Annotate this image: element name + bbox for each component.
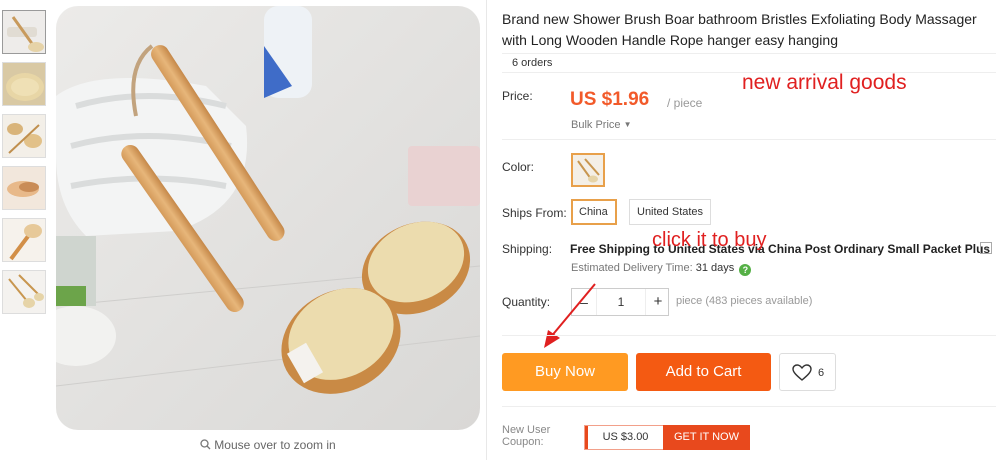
product-title: Brand new Shower Brush Boar bathroom Bri…: [502, 11, 977, 48]
shipping-label: Shipping:: [502, 242, 553, 256]
section-divider: [502, 406, 996, 407]
click-to-buy-annotation: click it to buy: [652, 229, 767, 251]
product-thumbnail[interactable]: [2, 62, 46, 106]
color-option-image: [573, 155, 603, 185]
brush-closeup-thumbnail-image: [3, 219, 45, 261]
shipping-method[interactable]: Free Shipping to United States via China…: [570, 242, 990, 256]
product-thumbnail[interactable]: [2, 218, 46, 262]
wishlist-count: 6: [818, 367, 825, 379]
ships-from-option-china[interactable]: China: [571, 199, 617, 225]
estimated-delivery-label: Estimated Delivery Time:: [571, 262, 693, 274]
color-swatch-selected[interactable]: [571, 153, 605, 187]
price-label: Price:: [502, 89, 533, 103]
brush-pair-thumbnail-image: [3, 271, 45, 313]
brush-thumbnail-image: [3, 11, 45, 53]
section-divider: [502, 335, 996, 336]
get-coupon-button[interactable]: GET IT NOW: [663, 425, 750, 450]
coupon-amount: US $3.00: [585, 426, 663, 449]
estimated-delivery: Estimated Delivery Time: 31 days ?: [571, 262, 752, 276]
wishlist-button[interactable]: 6: [779, 353, 836, 391]
column-divider: [486, 0, 487, 460]
thumbnail-strip: [2, 10, 48, 322]
order-count: 6 orders: [502, 53, 996, 73]
product-thumbnail[interactable]: [2, 10, 46, 54]
help-icon[interactable]: ?: [739, 264, 752, 276]
price-value: US $1.96: [570, 89, 650, 110]
heart-icon: [792, 364, 812, 381]
quantity-input[interactable]: 1: [596, 289, 646, 315]
magnifier-icon: [200, 439, 211, 453]
estimated-delivery-value: 31 days: [695, 262, 735, 274]
brush-set-thumbnail-image: [3, 115, 45, 157]
ships-from-option-united-states[interactable]: United States: [629, 199, 712, 225]
zoom-hint: Mouse over to zoom in: [56, 438, 480, 453]
product-thumbnail[interactable]: [2, 114, 46, 158]
shower-brush-photo: [56, 6, 480, 430]
coupon-label-line1: New User: [502, 424, 551, 436]
bulk-price-toggle[interactable]: Bulk Price ▼: [571, 119, 632, 131]
product-thumbnail[interactable]: [2, 166, 46, 210]
brush-head-thumbnail-image: [3, 63, 45, 105]
new-user-coupon: US $3.00 GET IT NOW: [584, 425, 750, 450]
ships-from-label: Ships From:: [502, 206, 567, 220]
chevron-down-icon[interactable]: ⌄: [980, 242, 992, 254]
add-to-cart-button[interactable]: Add to Cart: [636, 353, 771, 391]
quantity-availability: piece (483 pieces available): [676, 295, 813, 307]
bulk-price-label: Bulk Price: [571, 119, 621, 131]
arrow-annotation-icon: [544, 283, 596, 348]
buy-now-button[interactable]: Buy Now: [502, 353, 628, 391]
quantity-increase-button[interactable]: +: [646, 289, 670, 315]
coupon-label-line2: Coupon:: [502, 436, 544, 448]
zoom-hint-text: Mouse over to zoom in: [214, 438, 336, 452]
price-unit: / piece: [667, 96, 703, 110]
new-user-coupon-label: New User Coupon:: [502, 424, 550, 448]
caret-down-icon: ▼: [623, 120, 632, 129]
color-label: Color:: [502, 160, 535, 174]
brush-use-thumbnail-image: [3, 167, 45, 209]
main-product-image[interactable]: [56, 6, 480, 430]
new-arrival-annotation: new arrival goods: [742, 71, 907, 94]
product-thumbnail[interactable]: [2, 270, 46, 314]
